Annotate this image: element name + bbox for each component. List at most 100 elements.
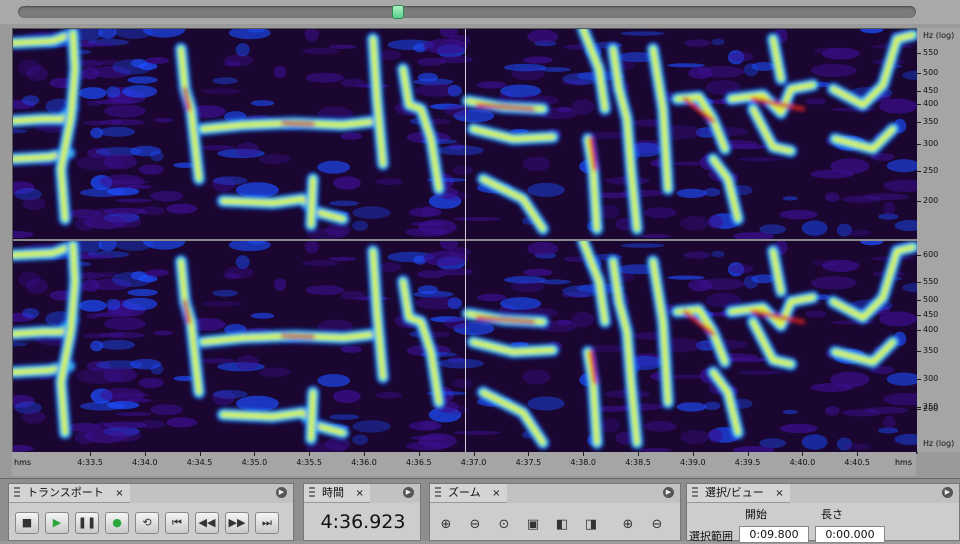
frequency-label: 600: [923, 250, 939, 259]
panel-grip-icon: [435, 487, 441, 499]
frequency-label: 550: [923, 277, 939, 286]
close-icon[interactable]: ×: [775, 488, 783, 499]
frequency-tick: [917, 53, 921, 54]
time-tick: [473, 452, 475, 456]
frequency-label: 200: [923, 196, 939, 205]
frequency-label: 550: [923, 48, 939, 57]
time-tick: [583, 452, 585, 456]
skip-forward-icon: ⏭: [262, 516, 272, 529]
time-label: 4:35.0: [241, 458, 268, 467]
play-circle-icon: ●: [112, 516, 122, 529]
frequency-unit-label: Hz (log): [923, 31, 955, 40]
zoom-out-vertical-button[interactable]: ⊖: [647, 515, 667, 535]
zoom-in-vertical-button[interactable]: ⊕: [618, 515, 638, 535]
panel-grip-icon: [692, 487, 698, 499]
zoom-right-icon: ◨: [584, 517, 598, 532]
playhead-cursor[interactable]: [465, 29, 466, 453]
frequency-label: 400: [923, 325, 939, 334]
frequency-label: 500: [923, 68, 939, 77]
time-label: 4:38.0: [570, 458, 596, 467]
length-column-header: 長さ: [821, 508, 843, 521]
panel-menu-icon[interactable]: ▶: [276, 487, 287, 498]
zoom-in-horizontal-button[interactable]: ⊕: [436, 515, 456, 535]
panel-grip-icon: [309, 487, 315, 499]
time-ruler[interactable]: hms hms 4:33.5 4:34.0 4:34.5 4:35.0 4:35.5 4:…: [12, 452, 916, 476]
panel-menu-icon[interactable]: ▶: [942, 487, 953, 498]
frequency-label: 350: [923, 346, 939, 355]
time-display: 4:36.923: [320, 511, 406, 533]
zoom-out-horizontal-button[interactable]: ⊖: [465, 515, 485, 535]
stop-icon: ■: [21, 516, 33, 529]
time-body: 4:36.923: [304, 503, 420, 540]
close-icon[interactable]: ×: [115, 488, 123, 499]
stop-button[interactable]: ■: [15, 512, 39, 534]
time-label: 4:37.0: [460, 458, 487, 467]
frequency-tick: [917, 73, 921, 74]
fast-forward-button[interactable]: ▶▶: [225, 512, 249, 534]
frequency-tick: [917, 330, 921, 331]
frequency-tick: [917, 255, 921, 256]
zoom-selection-button[interactable]: ▣: [523, 515, 543, 535]
time-tick: [254, 452, 256, 456]
transport-tab[interactable]: トランスポート ×: [9, 484, 130, 503]
time-label: 4:39.0: [679, 458, 706, 467]
horizontal-scroll-bar[interactable]: ⋮: [0, 0, 960, 24]
skip-back-icon: ⏮: [172, 516, 182, 529]
selection-length-field[interactable]: 0:00.000: [815, 526, 885, 543]
transport-panel: トランスポート × ▶ ■ ▶ ❚❚ ● ⟲ ⏮ ◀◀ ▶▶ ⏭: [8, 483, 294, 541]
start-column-header: 開始: [745, 508, 767, 521]
time-tick: [199, 452, 201, 456]
frequency-label: 300: [923, 374, 939, 383]
pause-button[interactable]: ❚❚: [75, 512, 99, 534]
panel-menu-icon[interactable]: ▶: [403, 487, 414, 498]
close-icon[interactable]: ×: [492, 488, 500, 499]
frequency-label: 250: [923, 166, 939, 175]
go-to-start-button[interactable]: ⏮: [165, 512, 189, 534]
scroll-thumb[interactable]: [392, 5, 404, 19]
close-icon[interactable]: ×: [356, 488, 364, 499]
frequency-label: 450: [923, 310, 939, 319]
play-button[interactable]: ▶: [45, 512, 69, 534]
zoom-right-edge-button[interactable]: ◨: [581, 515, 601, 535]
time-tick: [638, 452, 639, 456]
rewind-button[interactable]: ◀◀: [195, 512, 219, 534]
selection-row-label: 選択範囲: [689, 530, 733, 543]
frequency-tick: [917, 122, 921, 123]
selection-view-tab[interactable]: 選択/ビュー ×: [687, 484, 790, 503]
time-label: 4:40.0: [789, 458, 816, 467]
zoom-tab[interactable]: ズーム ×: [430, 484, 507, 503]
scroll-track[interactable]: [18, 6, 916, 18]
frequency-tick: [917, 351, 921, 352]
frequency-tick: [917, 171, 921, 172]
frequency-label: 400: [923, 99, 939, 108]
panel-menu-icon[interactable]: ▶: [663, 487, 674, 498]
zoom-left-icon: ◧: [555, 517, 569, 532]
zoom-out-horizontal-icon: ⊖: [469, 517, 481, 532]
time-label: 4:34.0: [131, 458, 158, 467]
frequency-unit-label: Hz (log): [923, 439, 955, 448]
zoom-out-vertical-icon: ⊖: [651, 517, 663, 532]
time-label: 4:36.0: [351, 458, 377, 467]
zoom-full-icon: ⊙: [498, 517, 510, 532]
zoom-in-horizontal-icon: ⊕: [440, 517, 452, 532]
selection-start-field[interactable]: 0:09.800: [739, 526, 809, 543]
time-label: 4:36.5: [405, 458, 432, 467]
zoom-selection-icon: ▣: [526, 517, 540, 532]
frequency-ruler[interactable]: Hz (log) Hz (log) 550 500 450 400 350 300 250 2…: [917, 28, 960, 452]
selection-body: 開始 長さ 選択範囲 0:09.800 0:00.000: [687, 503, 959, 543]
go-to-end-button[interactable]: ⏭: [255, 512, 279, 534]
frequency-label: 300: [923, 139, 939, 148]
play-from-cursor-button[interactable]: ●: [105, 512, 129, 534]
selection-view-panel: 選択/ビュー × ▶ 開始 長さ 選択範囲 0:09.800 0:00.000: [686, 483, 960, 543]
time-label: 4:35.5: [296, 458, 322, 467]
transport-controls: ■ ▶ ❚❚ ● ⟲ ⏮ ◀◀ ▶▶ ⏭: [9, 503, 293, 540]
panel-grip-icon: [14, 487, 20, 499]
zoom-left-edge-button[interactable]: ◧: [552, 515, 572, 535]
loop-button[interactable]: ⟲: [135, 512, 159, 534]
rewind-icon: ◀◀: [198, 516, 216, 529]
zoom-out-full-button[interactable]: ⊙: [494, 515, 514, 535]
spectral-display[interactable]: [12, 28, 918, 454]
time-tick: [418, 452, 420, 456]
frequency-tick: [917, 407, 921, 408]
time-tab[interactable]: 時間 ×: [304, 484, 370, 503]
